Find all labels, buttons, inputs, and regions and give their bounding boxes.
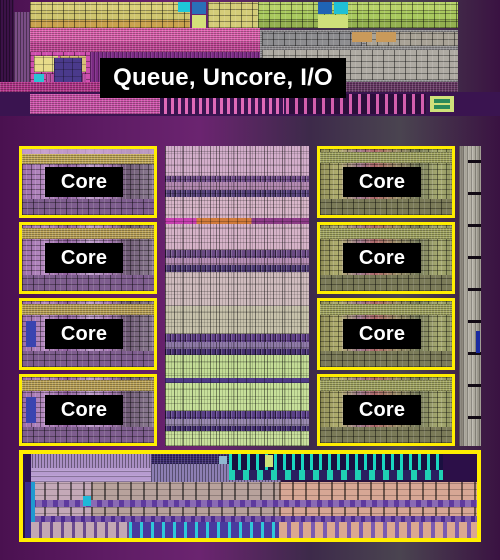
memory-controller-block: Memory Controller [19, 450, 481, 542]
core-label-left-2: Core [45, 243, 123, 273]
l3-grid-overlay [165, 146, 309, 446]
left-core-column: Core Core Core Core [19, 146, 157, 446]
memory-controller-texture [23, 454, 477, 538]
core-label-right-1: Core [343, 167, 421, 197]
core-label-left-3: Core [45, 319, 123, 349]
core-and-cache-section: Core Core Core Core Core Core Core Core [19, 146, 481, 446]
core-label-right-4: Core [343, 395, 421, 425]
shared-l3-cache-block: Shared L3 Cache* [165, 146, 309, 446]
core-label-left-1: Core [45, 167, 123, 197]
uncore-label: Queue, Uncore, I/O [100, 58, 346, 98]
core-label-right-2: Core [343, 243, 421, 273]
core-label-right-3: Core [343, 319, 421, 349]
queue-uncore-io-block: Queue, Uncore, I/O [0, 0, 500, 560]
die-shot-figure: Queue, Uncore, I/O Core Core Core Core C… [0, 0, 500, 560]
core-label-left-4: Core [45, 395, 123, 425]
right-edge-io-strip [459, 146, 481, 446]
right-core-column: Core Core Core Core [317, 146, 455, 446]
